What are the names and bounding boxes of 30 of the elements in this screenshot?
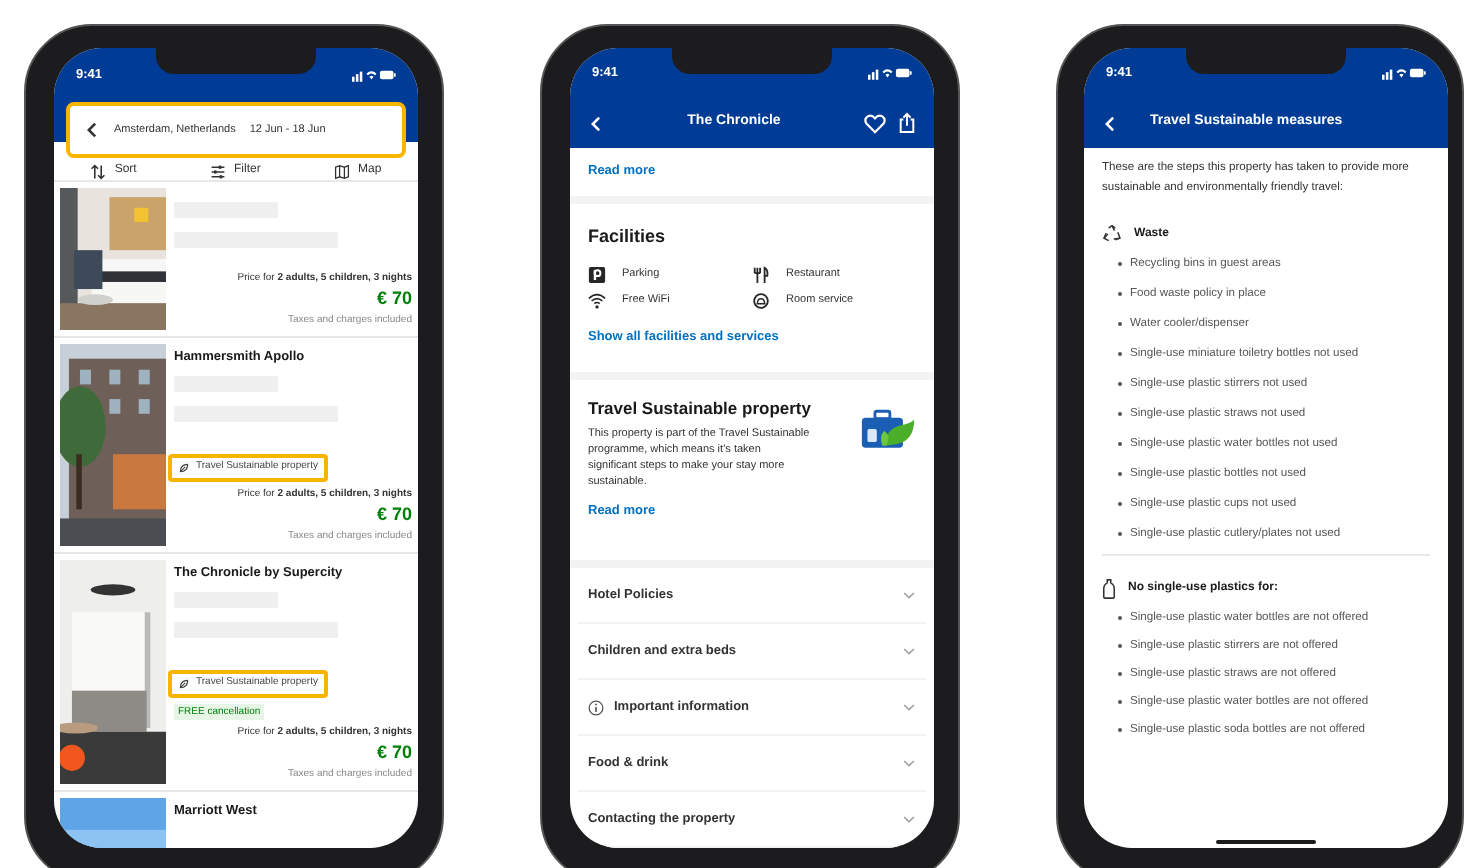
fork-knife-icon	[752, 265, 770, 283]
price-text: € 70	[376, 502, 412, 528]
home-indicator	[1216, 840, 1316, 844]
leaf-icon	[178, 462, 190, 474]
chevron-down-icon	[902, 812, 916, 826]
sliders-icon	[210, 163, 226, 179]
chevron-down-icon	[902, 644, 916, 658]
wifi-icon	[588, 291, 606, 309]
signal-wifi-battery-icon	[868, 66, 912, 80]
heart-icon[interactable]	[864, 113, 886, 133]
sort-arrows-icon	[90, 163, 107, 179]
price-text: € 70	[376, 286, 412, 312]
section-heading: Facilities	[588, 224, 668, 248]
chevron-down-icon	[902, 700, 916, 714]
info-icon	[588, 699, 604, 715]
share-icon[interactable]	[898, 112, 916, 134]
leaf-icon	[178, 678, 190, 690]
back-icon[interactable]	[84, 122, 100, 138]
map-icon	[334, 163, 350, 179]
recycle-icon	[1102, 224, 1122, 244]
signal-wifi-battery-icon	[352, 68, 396, 82]
section-heading: Travel Sustainable property	[588, 396, 813, 420]
signal-wifi-battery-icon	[1382, 66, 1426, 80]
bottle-icon	[1102, 577, 1116, 599]
cloche-icon	[752, 291, 770, 309]
parking-icon	[588, 265, 606, 283]
suitcase-leaf-icon	[860, 408, 916, 450]
chevron-down-icon	[902, 588, 916, 602]
price-text: € 70	[376, 740, 412, 766]
chevron-down-icon	[902, 756, 916, 770]
